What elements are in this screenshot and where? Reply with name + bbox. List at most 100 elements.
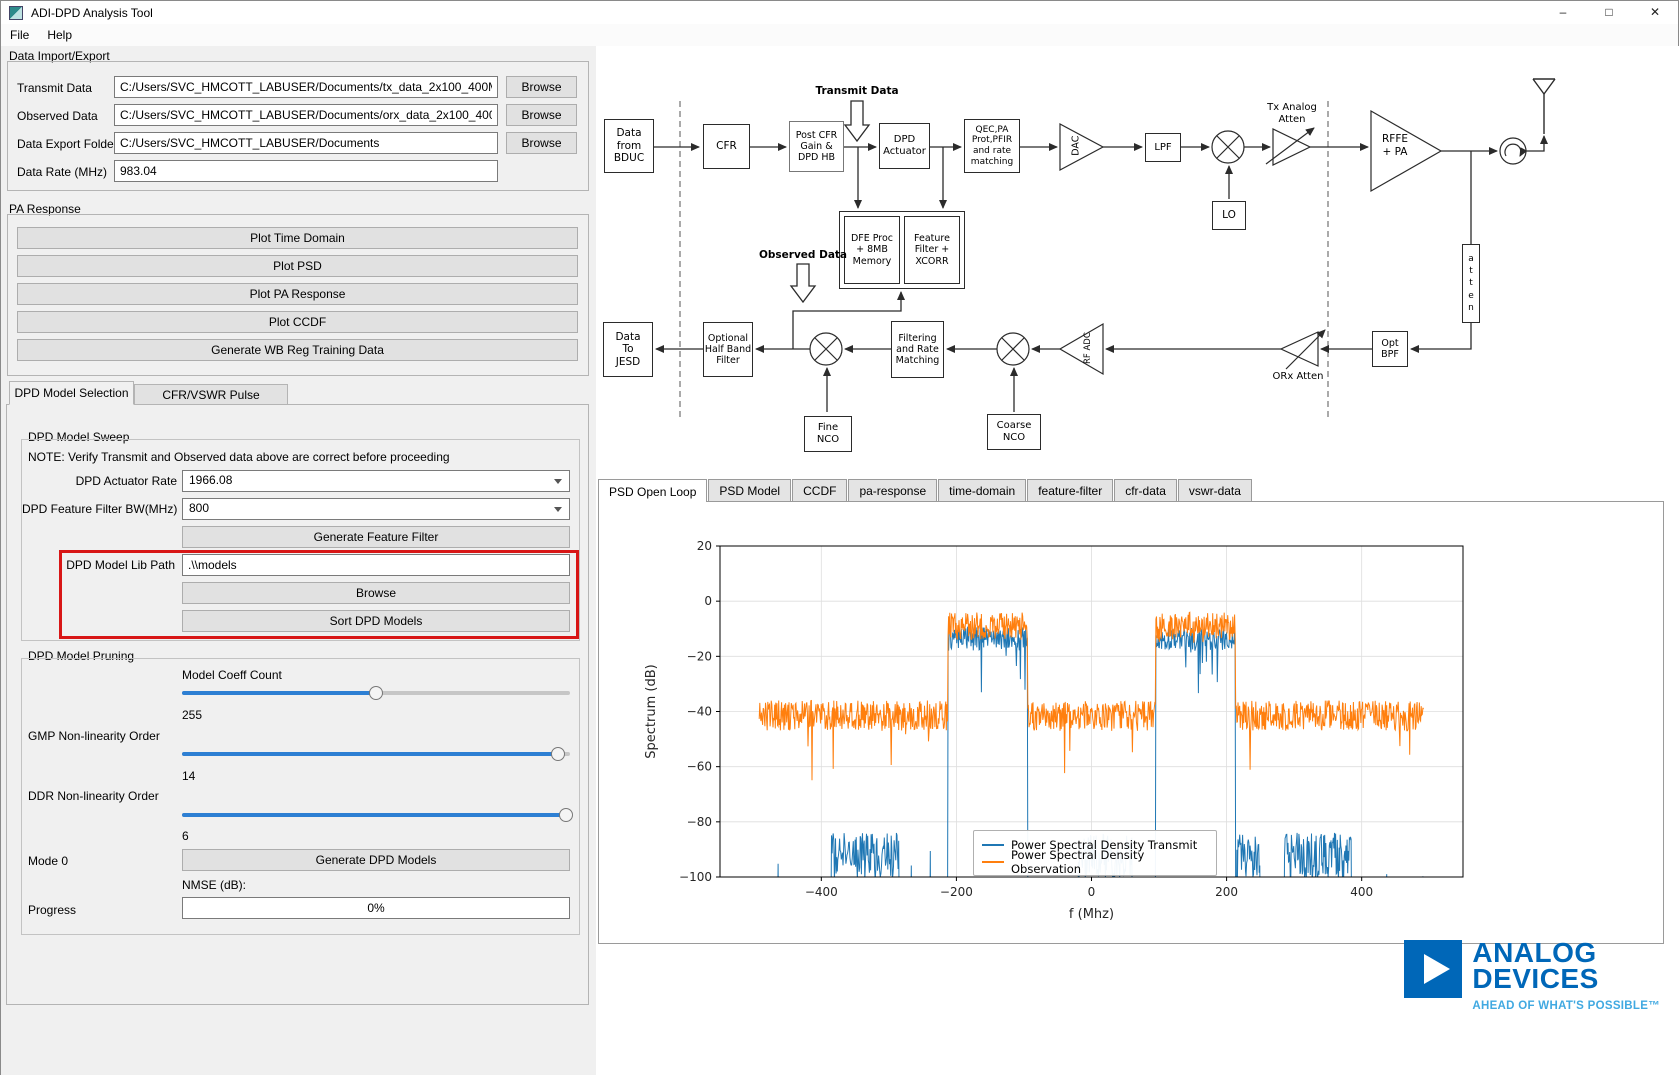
observed-data-label: Observed Data <box>738 249 868 262</box>
maximize-icon[interactable]: □ <box>1586 1 1632 24</box>
plot-time-domain-button[interactable]: Plot Time Domain <box>17 227 578 249</box>
svg-text:0: 0 <box>1088 885 1096 899</box>
close-icon[interactable]: ✕ <box>1632 1 1678 24</box>
transmit-browse-button[interactable]: Browse <box>506 76 577 98</box>
psd-chart: −400−2000200400200−20−40−60−80−100f (Mhz… <box>599 502 1663 943</box>
dpd-model-selection-panel: DPD Model Sweep NOTE: Verify Transmit an… <box>6 404 589 1005</box>
svg-text:−60: −60 <box>687 760 712 774</box>
svg-text:20: 20 <box>697 539 712 553</box>
svg-text:200: 200 <box>1215 885 1238 899</box>
plot-legend: Power Spectral Density Transmit Power Sp… <box>973 830 1217 876</box>
feature-bw-combobox[interactable]: 800 <box>182 498 570 520</box>
actuator-rate-label: DPD Actuator Rate <box>27 474 177 488</box>
svg-text:f (Mhz): f (Mhz) <box>1069 907 1114 922</box>
block-qec: QEC,PA Prot,PFIR and rate matching <box>964 119 1020 173</box>
plot-ccdf-button[interactable]: Plot CCDF <box>17 311 578 333</box>
observed-data-input[interactable] <box>114 104 498 126</box>
block-lpf: LPF <box>1145 133 1181 162</box>
block-data-to-jesd: Data To JESD <box>603 322 653 377</box>
svg-text:0: 0 <box>704 594 712 608</box>
generate-wb-reg-button[interactable]: Generate WB Reg Training Data <box>17 339 578 361</box>
lib-path-browse-button[interactable]: Browse <box>182 582 570 604</box>
block-dpd-actuator: DPD Actuator <box>879 123 930 169</box>
coeff-count-label: Model Coeff Count <box>182 668 282 682</box>
window-title: ADI-DPD Analysis Tool <box>31 6 153 20</box>
chevron-down-icon <box>554 507 562 512</box>
left-panel: Data Import/Export Transmit Data Browse … <box>1 46 596 1075</box>
block-post-cfr: Post CFR Gain & DPD HB <box>789 121 844 172</box>
tx-atten-amplifier-shape <box>1273 129 1310 165</box>
svg-text:−80: −80 <box>687 815 712 829</box>
gmp-order-slider[interactable] <box>182 747 570 761</box>
tab-dpd-model-selection[interactable]: DPD Model Selection <box>9 381 134 405</box>
svg-text:−40: −40 <box>687 705 712 719</box>
export-browse-button[interactable]: Browse <box>506 132 577 154</box>
sort-dpd-models-button[interactable]: Sort DPD Models <box>182 610 570 632</box>
tx-atten-label: Tx Analog Atten <box>1252 102 1332 126</box>
generate-dpd-models-button[interactable]: Generate DPD Models <box>182 849 570 871</box>
slider-handle[interactable] <box>369 686 383 700</box>
menu-help[interactable]: Help <box>38 24 81 46</box>
logo-tagline: AHEAD OF WHAT'S POSSIBLE™ <box>1472 1000 1660 1012</box>
chevron-down-icon <box>554 479 562 484</box>
tab-cfr-vswr[interactable]: CFR/VSWR Pulse Generator <box>134 384 288 405</box>
tab-psd-open-loop[interactable]: PSD Open Loop <box>598 479 707 502</box>
antenna-icon <box>1533 79 1555 134</box>
logo-text-analog: ANALOG <box>1472 940 1660 967</box>
legend-line-observation <box>982 861 1004 863</box>
data-rate-label: Data Rate (MHz) <box>17 165 107 179</box>
coeff-count-value: 255 <box>182 708 202 722</box>
block-half-band: Optional Half Band Filter <box>703 322 753 377</box>
nmse-label: NMSE (dB): <box>182 878 246 892</box>
block-atten: a t t e n <box>1462 244 1480 323</box>
tab-feature-filter[interactable]: feature-filter <box>1027 479 1113 502</box>
analog-devices-logo: ANALOG DEVICES AHEAD OF WHAT'S POSSIBLE™ <box>1404 940 1660 1012</box>
lib-path-input[interactable] <box>182 554 570 576</box>
block-coarse-nco: Coarse NCO <box>987 414 1041 450</box>
tab-pa-response[interactable]: pa-response <box>848 479 937 502</box>
plot-tab-bar: PSD Open Loop PSD Model CCDF pa-response… <box>598 479 1253 502</box>
orx-atten-amplifier-shape <box>1281 332 1318 366</box>
model-sweep-note: NOTE: Verify Transmit and Observed data … <box>28 450 450 464</box>
tab-ccdf[interactable]: CCDF <box>792 479 847 502</box>
tab-cfr-data[interactable]: cfr-data <box>1114 479 1177 502</box>
app-window: { "window": { "title": "ADI-DPD Analysis… <box>0 0 1679 1075</box>
legend-label-observation: Power Spectral Density Observation <box>1011 848 1208 876</box>
transmit-data-input[interactable] <box>114 76 498 98</box>
transmit-data-label: Transmit Data <box>17 81 92 95</box>
svg-text:400: 400 <box>1350 885 1373 899</box>
coeff-count-slider[interactable] <box>182 686 570 700</box>
orx-atten-label: ORx Atten <box>1258 371 1338 383</box>
export-folder-input[interactable] <box>114 132 498 154</box>
slider-handle[interactable] <box>559 808 573 822</box>
transmit-data-arrow <box>845 101 869 141</box>
menu-file[interactable]: File <box>1 24 38 46</box>
tab-time-domain[interactable]: time-domain <box>938 479 1026 502</box>
dac-label: DAC <box>1070 124 1081 168</box>
actuator-rate-combobox[interactable]: 1966.08 <box>182 470 570 492</box>
block-fine-nco: Fine NCO <box>804 416 852 452</box>
slider-handle[interactable] <box>551 747 565 761</box>
plot-psd-button[interactable]: Plot PSD <box>17 255 578 277</box>
observed-data-label: Observed Data <box>17 109 98 123</box>
svg-text:−400: −400 <box>805 885 838 899</box>
tab-vswr-data[interactable]: vswr-data <box>1178 479 1252 502</box>
ddr-order-slider[interactable] <box>182 808 570 822</box>
observed-data-arrow <box>791 264 815 302</box>
generate-feature-filter-button[interactable]: Generate Feature Filter <box>182 526 570 548</box>
rffe-pa-label: RFFE + PA <box>1373 133 1417 158</box>
legend-line-transmit <box>982 844 1004 846</box>
circulator-icon <box>1500 138 1526 164</box>
minimize-icon[interactable]: – <box>1540 1 1586 24</box>
observed-browse-button[interactable]: Browse <box>506 104 577 126</box>
feature-bw-label: DPD Feature Filter BW(MHz) <box>22 502 177 516</box>
transmit-data-label: Transmit Data <box>792 85 922 98</box>
block-lo: LO <box>1212 201 1246 230</box>
progress-bar: 0% <box>182 897 570 919</box>
tab-psd-model[interactable]: PSD Model <box>708 479 791 502</box>
data-rate-input[interactable] <box>114 160 498 182</box>
mode-label: Mode 0 <box>28 854 68 868</box>
svg-text:−200: −200 <box>940 885 973 899</box>
plot-pa-response-button[interactable]: Plot PA Response <box>17 283 578 305</box>
right-panel: Data from BDUC CFR Post CFR Gain & DPD H… <box>596 46 1679 1075</box>
